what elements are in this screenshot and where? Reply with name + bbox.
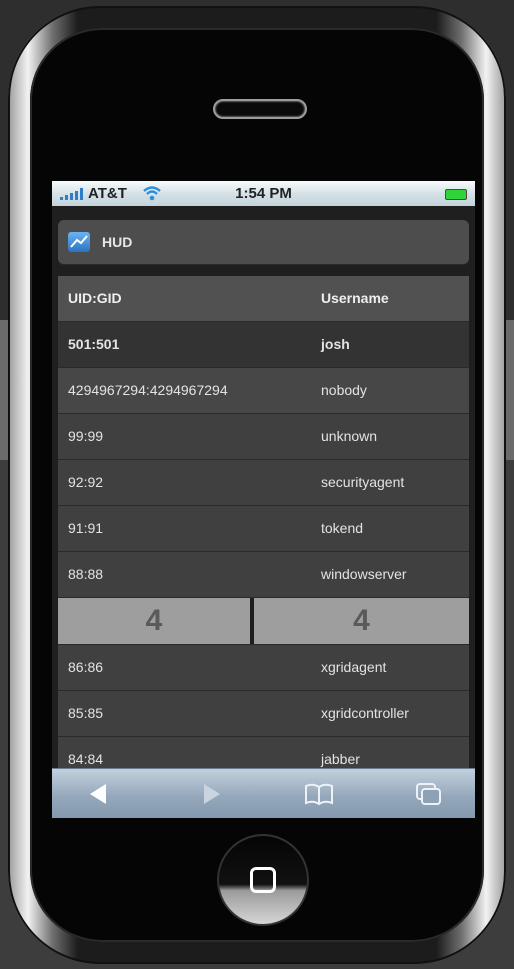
table-row[interactable]: 86:86 xgridagent: [58, 645, 469, 691]
username-cell: nobody: [321, 382, 367, 398]
table-row[interactable]: 91:91 tokend: [58, 506, 469, 552]
page-number-right[interactable]: 4: [254, 598, 469, 644]
status-bar: AT&T 1:54 PM: [52, 181, 475, 206]
uid-gid-cell: 85:85: [68, 705, 104, 721]
app-title: HUD: [102, 234, 133, 250]
username-cell: josh: [321, 336, 350, 352]
username-cell: xgridcontroller: [321, 705, 409, 721]
table-row[interactable]: 88:88 windowserver: [58, 552, 469, 598]
battery-icon: [445, 189, 467, 200]
user-table: UID:GID Username 501:501 josh 4294967294…: [58, 276, 469, 783]
page-number-left[interactable]: 4: [58, 598, 250, 644]
table-header: UID:GID Username: [58, 276, 469, 322]
table-row[interactable]: 501:501 josh: [58, 322, 469, 368]
uid-gid-cell: 92:92: [68, 474, 104, 490]
column-header-uid-gid: UID:GID: [68, 290, 122, 306]
forward-arrow-icon[interactable]: [194, 780, 226, 808]
username-cell: tokend: [321, 520, 364, 536]
uid-gid-cell: 86:86: [68, 659, 104, 675]
username-cell: windowserver: [321, 566, 407, 582]
table-row[interactable]: 4294967294:4294967294 nobody: [58, 368, 469, 414]
table-row[interactable]: 85:85 xgridcontroller: [58, 691, 469, 737]
safari-toolbar: [52, 768, 475, 818]
phone-screen: AT&T 1:54 PM HUD UID:GID Username 501:50…: [52, 181, 475, 818]
table-row[interactable]: 99:99 unknown: [58, 414, 469, 460]
home-square-icon: [250, 867, 276, 893]
home-button[interactable]: [217, 834, 309, 926]
status-time: 1:54 PM: [235, 185, 292, 202]
pages-icon[interactable]: [413, 780, 445, 808]
uid-gid-cell: 4294967294:4294967294: [68, 382, 228, 398]
uid-gid-cell: 88:88: [68, 566, 104, 582]
bookmarks-book-icon[interactable]: [303, 780, 335, 808]
chart-icon: [68, 232, 90, 252]
username-cell: unknown: [321, 428, 378, 444]
uid-gid-cell: 91:91: [68, 520, 104, 536]
app-header[interactable]: HUD: [58, 220, 469, 264]
table-row[interactable]: 92:92 securityagent: [58, 460, 469, 506]
username-cell: xgridagent: [321, 659, 387, 675]
uid-gid-cell: 501:501: [68, 336, 120, 352]
page-separator: 4 4: [58, 598, 469, 645]
column-header-username: Username: [321, 290, 389, 306]
uid-gid-cell: 99:99: [68, 428, 104, 444]
back-arrow-icon[interactable]: [82, 780, 114, 808]
username-cell: securityagent: [321, 474, 405, 490]
earpiece-speaker: [213, 99, 307, 119]
